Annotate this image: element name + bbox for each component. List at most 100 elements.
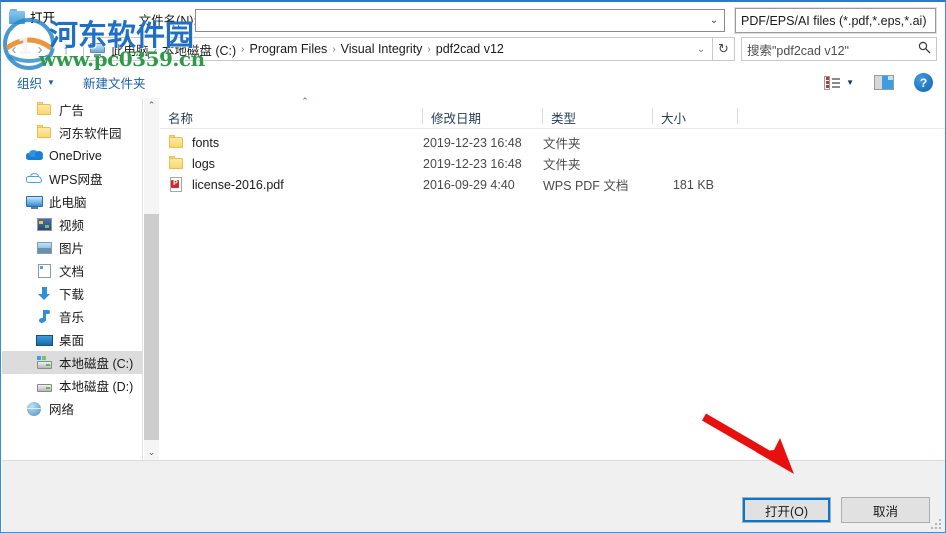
file-type-cell: 文件夹: [543, 158, 581, 172]
sidebar-item-4[interactable]: 此电脑: [2, 190, 142, 213]
this-pc-icon: [90, 42, 105, 56]
open-button[interactable]: 打开(O): [742, 497, 831, 523]
filetype-combobox[interactable]: PDF/EPS/AI files (*.pdf,*.eps,*.ai): [735, 8, 936, 33]
sidebar-item-label: 桌面: [59, 334, 85, 348]
music-icon: [36, 309, 53, 325]
chevron-down-icon[interactable]: ▼: [846, 78, 854, 87]
chevron-down-icon[interactable]: ⌄: [704, 15, 724, 26]
network-icon: [26, 401, 43, 417]
file-date-cell: 2016-09-29 4:40: [423, 177, 515, 192]
sidebar-item-2[interactable]: OneDrive: [2, 144, 142, 167]
navigation-pane-scrollbar[interactable]: ⌃ ⌄: [144, 98, 159, 460]
file-type-cell: 文件夹: [543, 137, 581, 151]
forward-button[interactable]: ›: [27, 36, 53, 62]
column-header-date[interactable]: 修改日期: [423, 106, 543, 128]
file-name: license-2016.pdf: [192, 177, 284, 192]
back-button[interactable]: ‹: [1, 36, 27, 62]
sidebar-item-0[interactable]: 广告: [2, 98, 142, 121]
sidebar-item-13[interactable]: 网络: [2, 397, 142, 420]
new-folder-button[interactable]: 新建文件夹: [77, 70, 152, 95]
file-name-cell: Plicense-2016.pdf: [160, 176, 423, 193]
header-divider: [160, 128, 945, 129]
scroll-up-icon[interactable]: ⌃: [144, 98, 159, 113]
file-name: logs: [192, 156, 215, 171]
column-header-name-label: 名称: [168, 111, 194, 126]
chevron-down-icon: ▼: [47, 78, 55, 87]
sidebar-item-label: 本地磁盘 (C:): [59, 357, 134, 371]
local-disk-icon: [36, 355, 53, 371]
organize-button[interactable]: 组织 ▼: [11, 70, 61, 95]
sidebar-item-label: OneDrive: [49, 148, 102, 163]
sidebar-item-label: 音乐: [59, 311, 85, 325]
breadcrumb-item-local-disk-c[interactable]: 本地磁盘 (C:): [158, 38, 240, 61]
filename-combobox[interactable]: ⌄: [195, 9, 725, 32]
list-view-icon[interactable]: [824, 75, 841, 90]
breadcrumb-item-visual-integrity[interactable]: Visual Integrity: [337, 40, 427, 58]
scroll-down-icon[interactable]: ⌄: [144, 445, 159, 460]
sidebar-item-5[interactable]: 视频: [2, 213, 142, 236]
sidebar-item-label: 网络: [49, 403, 75, 417]
breadcrumb-item-this-pc[interactable]: 此电脑: [107, 38, 153, 61]
sidebar-item-3[interactable]: WPS网盘: [2, 167, 142, 190]
table-row[interactable]: Plicense-2016.pdf 2016-09-29 4:40 WPS PDF …: [160, 174, 945, 195]
local-disk-icon: [36, 378, 53, 394]
videos-icon: [36, 217, 53, 233]
cancel-button[interactable]: 取消: [841, 497, 930, 523]
sidebar-item-label: 河东软件园: [59, 127, 122, 141]
file-name-cell: fonts: [160, 134, 423, 151]
downloads-icon: [36, 286, 53, 302]
breadcrumb: 此电脑 › 本地磁盘 (C:) › Program Files › Visual…: [90, 38, 692, 61]
sidebar-item-9[interactable]: 音乐: [2, 305, 142, 328]
chevron-down-icon[interactable]: ⌄: [692, 44, 710, 55]
column-header-size[interactable]: 大小: [653, 106, 738, 128]
search-input[interactable]: 搜索"pdf2cad v12": [741, 37, 937, 61]
up-button[interactable]: ↑: [53, 36, 79, 62]
breadcrumb-item-program-files[interactable]: Program Files: [246, 40, 332, 58]
column-header-name[interactable]: 名称: [160, 106, 423, 128]
sidebar-item-label: 视频: [59, 219, 85, 233]
breadcrumb-item-pdf2cad-v12[interactable]: pdf2cad v12: [432, 40, 508, 58]
onedrive-icon: [26, 148, 43, 164]
filename-input[interactable]: [196, 13, 704, 28]
sidebar-item-label: 广告: [59, 104, 85, 118]
sort-ascending-icon: ⌃: [301, 96, 309, 106]
sidebar-item-label: 此电脑: [49, 196, 87, 210]
sidebar-item-label: 图片: [59, 242, 85, 256]
command-bar-right: ▼ ?: [824, 73, 945, 92]
help-icon[interactable]: ?: [914, 73, 933, 92]
navigation-bar: ‹ › ↑ 此电脑 › 本地磁盘 (C:) › Program Files › …: [1, 31, 945, 67]
refresh-icon[interactable]: ↻: [713, 37, 735, 61]
column-header-date-label: 修改日期: [431, 111, 482, 126]
preview-pane-icon[interactable]: [874, 75, 894, 90]
sidebar-item-12[interactable]: 本地磁盘 (D:): [2, 374, 142, 397]
sidebar-item-8[interactable]: 下载: [2, 282, 142, 305]
sidebar-item-11[interactable]: 本地磁盘 (C:): [2, 351, 142, 374]
sidebar-item-10[interactable]: 桌面: [2, 328, 142, 351]
sidebar-item-7[interactable]: 文档: [2, 259, 142, 282]
column-header-type-label: 类型: [551, 111, 577, 126]
folder-icon: [168, 134, 184, 151]
resize-grip[interactable]: [931, 519, 941, 529]
sidebar-item-label: WPS网盘: [49, 173, 103, 187]
desktop-icon: [36, 332, 53, 348]
sidebar-item-6[interactable]: 图片: [2, 236, 142, 259]
wps-cloud-icon: [26, 171, 43, 187]
file-name-cell: logs: [160, 155, 423, 172]
command-bar: 组织 ▼ 新建文件夹 ▼ ?: [1, 67, 945, 98]
scrollbar-thumb[interactable]: [144, 214, 159, 440]
column-header-row: 名称 修改日期 类型 大小: [160, 106, 945, 128]
sidebar-item-label: 本地磁盘 (D:): [59, 380, 134, 394]
sidebar-item-1[interactable]: 河东软件园: [2, 121, 142, 144]
table-row[interactable]: logs 2019-12-23 16:48 文件夹: [160, 153, 945, 174]
pane-splitter[interactable]: [142, 98, 143, 460]
pictures-icon: [36, 240, 53, 256]
column-header-type[interactable]: 类型: [543, 106, 653, 128]
folder-open-icon: [9, 8, 25, 25]
this-pc-icon: [26, 194, 43, 210]
address-bar[interactable]: 此电脑 › 本地磁盘 (C:) › Program Files › Visual…: [83, 37, 713, 61]
window-title: 打开: [30, 11, 56, 25]
filename-label: 文件名(N):: [138, 14, 197, 28]
file-date-cell: 2019-12-23 16:48: [423, 156, 522, 171]
filetype-value: PDF/EPS/AI files (*.pdf,*.eps,*.ai): [741, 13, 927, 28]
table-row[interactable]: fonts 2019-12-23 16:48 文件夹: [160, 132, 945, 153]
